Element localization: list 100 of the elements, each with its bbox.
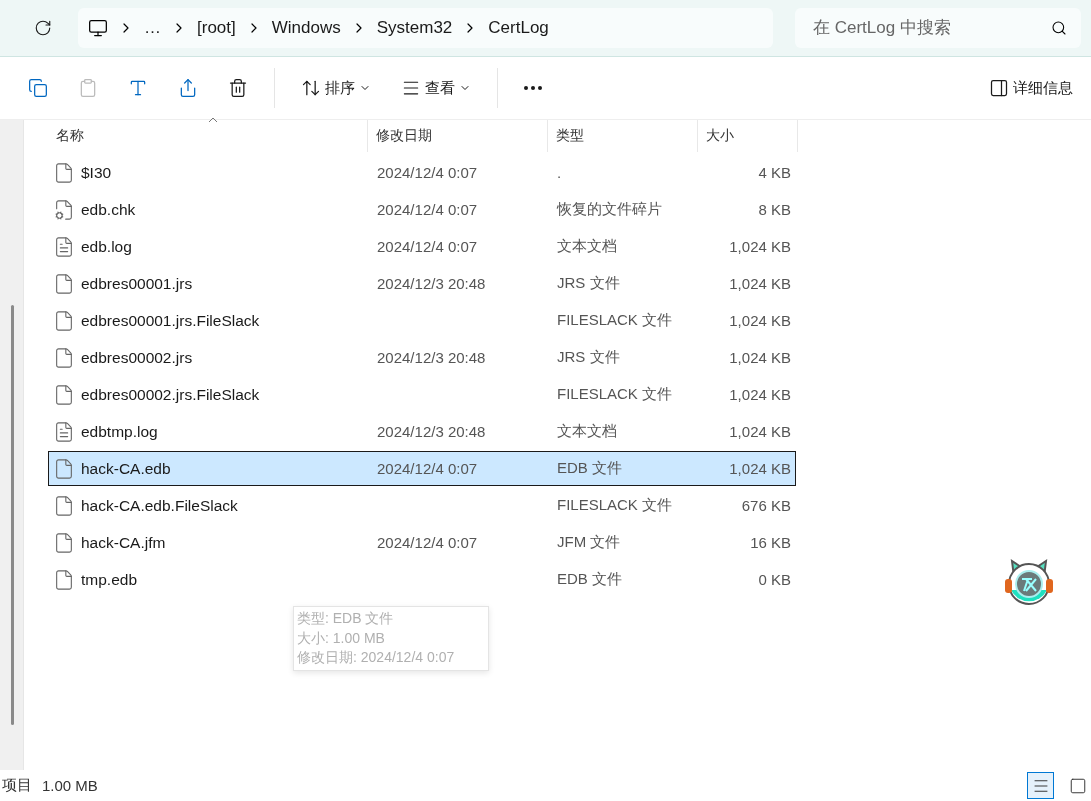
file-row[interactable]: edb.log 2024/12/4 0:07 文本文档 1,024 KB: [48, 229, 796, 264]
column-header[interactable]: 类型: [548, 120, 698, 152]
size-cell-text: 0 KB: [757, 571, 792, 588]
file-name: hack-CA.edb: [81, 459, 171, 478]
type-cell-text: FILESLACK 文件: [556, 385, 673, 402]
file-row[interactable]: edb.chk 2024/12/4 0:07 恢复的文件碎片 8 KB: [48, 192, 796, 227]
date-cell-text: 2024/12/4 0:07: [376, 459, 478, 477]
size-cell-text: 1,024 KB: [728, 386, 792, 403]
file-row[interactable]: edbres00001.jrs 2024/12/3 20:48 JRS 文件 1,024 KB: [48, 266, 796, 301]
file-icon: [53, 309, 75, 332]
tooltip-line: 类型: EDB 文件: [297, 609, 395, 628]
file-row[interactable]: edbtmp.log 2024/12/3 20:48 文本文档 1,024 KB: [48, 414, 796, 449]
tooltip-line: 大小: 1.00 MB: [297, 628, 386, 648]
file-icon: [53, 568, 75, 591]
text-cursor-icon: [128, 78, 148, 98]
file-row[interactable]: hack-CA.edb.FileSlack FILESLACK 文件 676 KB: [48, 488, 796, 523]
date-cell-text: 2024/12/4 0:07: [376, 533, 478, 551]
tooltip-line: 修改日期: 2024/12/4 0:07: [297, 648, 456, 667]
file-row[interactable]: edbres00001.jrs.FileSlack FILESLACK 文件 1,024 KB: [48, 303, 796, 338]
file-name: edb.chk: [81, 200, 136, 219]
file-icon: [53, 346, 75, 369]
file-icon: [53, 383, 75, 406]
file-name: edbres00002.jrs.FileSlack: [81, 385, 260, 404]
size-cell-text: 1,024 KB: [728, 312, 792, 329]
column-header[interactable]: 名称: [48, 120, 368, 152]
file-name: edbres00001.jrs.FileSlack: [81, 311, 260, 330]
file-icon: [53, 457, 75, 480]
file-name: tmp.edb: [81, 570, 137, 589]
more-icon: [524, 86, 542, 90]
copy-icon: [28, 78, 48, 98]
address-bar[interactable]: … [root] Windows System32 CertLog: [78, 8, 773, 48]
date-cell-text: 2024/12/4 0:07: [376, 163, 478, 181]
view-button[interactable]: 查看: [397, 74, 475, 102]
date-cell-text: 2024/12/3 20:48: [376, 422, 486, 440]
size-cell-text: 16 KB: [749, 534, 792, 551]
file-row[interactable]: edbres00002.jrs 2024/12/3 20:48 JRS 文件 1,024 KB: [48, 340, 796, 375]
date-cell-text: 2024/12/3 20:48: [376, 348, 486, 366]
text-file-icon: [53, 235, 75, 258]
file-icon: [53, 272, 75, 295]
trash-icon: [228, 78, 248, 98]
status-text: 1.00 MB: [42, 777, 98, 794]
breadcrumb[interactable]: Windows: [271, 18, 341, 38]
breadcrumb[interactable]: [root]: [197, 18, 236, 38]
size-cell-text: 676 KB: [740, 497, 792, 514]
file-name: edbtmp.log: [81, 422, 158, 441]
file-row[interactable]: edbres00002.jrs.FileSlack FILESLACK 文件 1,024 KB: [48, 377, 796, 412]
breadcrumb[interactable]: System32: [376, 18, 453, 38]
tiles-icon: [1068, 776, 1087, 795]
sort-arrows-icon: [301, 78, 321, 98]
date-cell-text: 2024/12/4 0:07: [376, 237, 478, 255]
size-cell-text: 1,024 KB: [728, 349, 792, 366]
file-name: hack-CA.jfm: [81, 533, 166, 552]
file-name: edb.log: [81, 237, 132, 256]
type-cell-text: JRS 文件: [556, 274, 620, 291]
sort-caret-icon: [208, 117, 218, 123]
file-name: hack-CA.edb.FileSlack: [81, 496, 238, 515]
file-row[interactable]: hack-CA.edb 2024/12/4 0:07 EDB 文件 1,024 KB: [48, 451, 796, 486]
type-cell-text: FILESLACK 文件: [556, 496, 673, 513]
type-cell-text: .: [556, 163, 562, 181]
file-name: edbres00001.jrs: [81, 274, 193, 293]
file-name: edbres00002.jrs: [81, 348, 193, 367]
computer-icon: [88, 18, 108, 38]
type-cell-text: JRS 文件: [556, 348, 620, 365]
file-row[interactable]: $I30 2024/12/4 0:07 . 4 KB: [48, 155, 796, 190]
settings-file-icon: [53, 198, 75, 221]
file-name: $I30: [81, 163, 112, 182]
type-cell-text: 恢复的文件碎片: [555, 200, 662, 217]
breadcrumb[interactable]: CertLog: [488, 18, 549, 38]
view-toggle-button[interactable]: [1027, 772, 1054, 799]
text-file-icon: [53, 420, 75, 443]
file-icon: [53, 161, 75, 184]
size-cell-text: 4 KB: [757, 164, 792, 181]
type-cell-text: EDB 文件: [556, 459, 622, 476]
sort-button[interactable]: 排序: [297, 74, 375, 102]
file-row[interactable]: tmp.edb EDB 文件 0 KB: [48, 562, 796, 597]
type-cell-text: 文本文档: [556, 237, 617, 254]
search-field[interactable]: 在 CertLog 中搜索: [795, 8, 1081, 48]
size-cell-text: 8 KB: [757, 201, 792, 218]
breadcrumb[interactable]: …: [144, 18, 161, 38]
column-header[interactable]: 修改日期: [368, 120, 548, 152]
type-cell-text: 文本文档: [556, 422, 617, 439]
column-header[interactable]: 大小: [698, 120, 798, 152]
clipboard-icon: [78, 78, 98, 98]
status-text: 项目: [2, 776, 32, 795]
type-cell-text: JFM 文件: [556, 533, 621, 550]
panel-icon: [989, 78, 1009, 98]
share-icon: [178, 78, 198, 98]
size-cell-text: 1,024 KB: [728, 275, 792, 292]
size-cell-text: 1,024 KB: [728, 423, 792, 440]
file-icon: [53, 494, 75, 517]
type-cell-text: EDB 文件: [556, 570, 622, 587]
size-cell-text: 1,024 KB: [728, 238, 792, 255]
search-icon: [1051, 20, 1067, 36]
file-row[interactable]: hack-CA.jfm 2024/12/4 0:07 JFM 文件 16 KB: [48, 525, 796, 560]
date-cell-text: 2024/12/4 0:07: [376, 200, 478, 218]
size-cell-text: 1,024 KB: [728, 460, 792, 477]
scrollbar-thumb[interactable]: [11, 305, 14, 725]
date-cell-text: 2024/12/3 20:48: [376, 274, 486, 292]
file-icon: [53, 531, 75, 554]
details-pane-button[interactable]: 详细信息: [985, 74, 1077, 102]
